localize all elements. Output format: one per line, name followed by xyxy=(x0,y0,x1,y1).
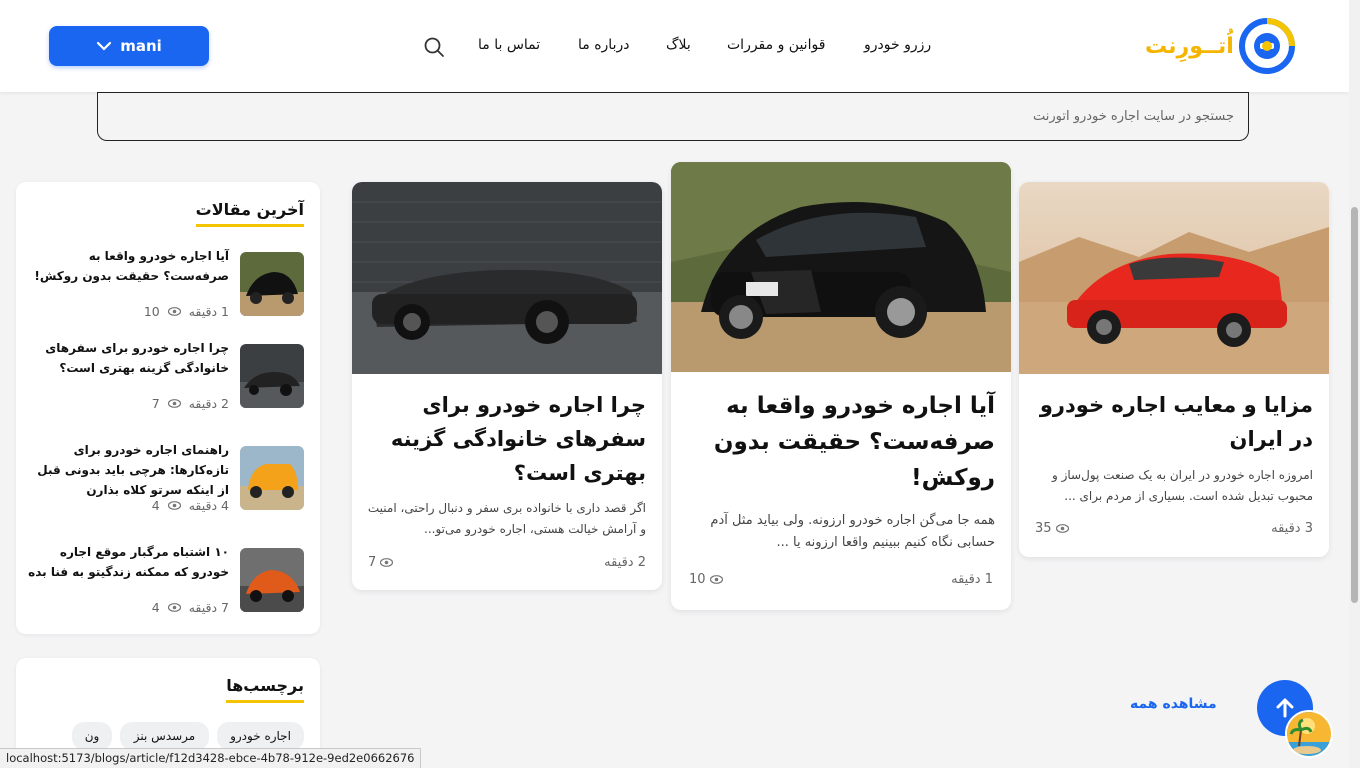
article-meta: 4 دقیقه 4 xyxy=(152,498,229,513)
tag-chip[interactable]: ون xyxy=(72,722,112,750)
page-scrollbar[interactable] xyxy=(1349,0,1360,768)
card-title[interactable]: آیا اجاره خودرو واقعا به صرفه‌ست؟ حقیقت … xyxy=(685,388,995,496)
read-time-text: 4 دقیقه xyxy=(188,498,229,513)
card-image xyxy=(671,162,1011,372)
tags-title: برچسب‌ها xyxy=(226,676,304,703)
nav-contact[interactable]: تماس با ما xyxy=(478,37,540,53)
blog-card[interactable]: مزایا و معایب اجاره خودرو در ایران امروز… xyxy=(1019,182,1329,557)
views-count: 10 xyxy=(143,304,160,319)
card-title[interactable]: مزایا و معایب اجاره خودرو در ایران xyxy=(1033,388,1313,456)
article-thumbnail xyxy=(240,252,304,316)
user-menu-button[interactable]: mani xyxy=(49,26,209,66)
logo-text: اُتــورِنت xyxy=(1145,33,1234,59)
views-count: 7 xyxy=(368,555,377,570)
nav-reserve-car[interactable]: رزرو خودرو xyxy=(864,37,931,53)
eye-icon xyxy=(167,307,181,316)
sidebar-article[interactable]: راهنمای اجاره خودرو برای تازه‌کارها: هرچ… xyxy=(26,443,304,516)
sidebar-article[interactable]: چرا اجاره خودرو برای سفرهای خانوادگی گزی… xyxy=(26,341,304,414)
floating-widget-icon[interactable] xyxy=(1285,710,1333,758)
card-excerpt: اگر قصد داری با خانواده بری سفر و دنبال … xyxy=(367,501,646,536)
sidebar-article[interactable]: ۱۰ اشتباه مرگبار موقع اجاره خودرو که ممک… xyxy=(26,545,304,618)
article-thumbnail xyxy=(240,344,304,408)
card-views: 10 xyxy=(689,572,723,587)
site-search xyxy=(97,92,1249,141)
card-views: 7 xyxy=(368,555,394,570)
view-all-link[interactable]: مشاهده همه xyxy=(1130,696,1217,712)
chevron-down-icon xyxy=(97,41,112,51)
nav-about[interactable]: درباره ما xyxy=(578,37,629,53)
read-time-text: 2 دقیقه xyxy=(604,555,646,570)
eye-icon xyxy=(167,501,181,510)
article-meta: 2 دقیقه 7 xyxy=(152,396,229,411)
latest-articles-title: آخرین مقالات xyxy=(195,200,304,227)
card-read-time: 3 دقیقه xyxy=(1271,521,1313,536)
tag-chip[interactable]: اجاره خودرو xyxy=(217,722,304,750)
eye-icon xyxy=(1055,524,1069,533)
latest-articles-box: آخرین مقالات آیا اجاره خودرو واقعا به صر… xyxy=(16,182,320,634)
search-input[interactable] xyxy=(98,92,1248,140)
article-title[interactable]: چرا اجاره خودرو برای سفرهای خانوادگی گزی… xyxy=(24,338,229,378)
read-time-text: 1 دقیقه xyxy=(188,304,229,319)
card-image xyxy=(352,182,662,374)
card-read-time: 2 دقیقه xyxy=(604,555,646,570)
card-excerpt: همه جا می‌گن اجاره خودرو ارزونه. ولی بیا… xyxy=(710,513,995,550)
nav-blog[interactable]: بلاگ xyxy=(666,37,691,53)
card-excerpt: امروزه اجاره خودرو در ایران به یک صنعت پ… xyxy=(1051,468,1313,503)
eye-icon xyxy=(709,575,723,584)
article-title[interactable]: ۱۰ اشتباه مرگبار موقع اجاره خودرو که ممک… xyxy=(24,542,229,582)
site-header: اُتــورِنت رزرو خودرو قوانین و مقررات بل… xyxy=(0,0,1349,92)
scrollbar-thumb[interactable] xyxy=(1351,207,1358,603)
site-logo[interactable]: اُتــورِنت xyxy=(1145,16,1297,76)
read-time-text: 3 دقیقه xyxy=(1271,521,1313,536)
eye-icon xyxy=(167,399,181,408)
blog-card[interactable]: چرا اجاره خودرو برای سفرهای خانوادگی گزی… xyxy=(352,182,662,590)
views-count: 4 xyxy=(151,600,160,615)
browser-status-url: localhost:5173/blogs/article/f12d3428-eb… xyxy=(0,748,422,768)
read-time-text: 1 دقیقه xyxy=(951,572,993,587)
card-views: 35 xyxy=(1035,521,1069,536)
search-icon[interactable] xyxy=(422,35,446,59)
logo-mark-icon xyxy=(1238,18,1295,74)
tag-chip[interactable]: مرسدس بنز xyxy=(120,722,209,750)
article-thumbnail xyxy=(240,548,304,612)
article-title[interactable]: آیا اجاره خودرو واقعا به صرفه‌ست؟ حقیقت … xyxy=(24,246,229,286)
views-count: 7 xyxy=(151,396,160,411)
article-meta: 7 دقیقه 4 xyxy=(152,600,229,615)
nav-rules[interactable]: قوانین و مقررات xyxy=(727,37,825,53)
read-time-text: 2 دقیقه xyxy=(188,396,229,411)
article-title[interactable]: راهنمای اجاره خودرو برای تازه‌کارها: هرچ… xyxy=(24,440,229,500)
read-time-text: 7 دقیقه xyxy=(188,600,229,615)
views-count: 35 xyxy=(1035,521,1052,536)
article-thumbnail xyxy=(240,446,304,510)
article-meta: 1 دقیقه 10 xyxy=(144,304,229,319)
eye-icon xyxy=(380,558,394,567)
user-name: mani xyxy=(120,37,162,55)
views-count: 4 xyxy=(151,498,160,513)
blog-card[interactable]: آیا اجاره خودرو واقعا به صرفه‌ست؟ حقیقت … xyxy=(671,162,1011,610)
views-count: 10 xyxy=(689,572,706,587)
eye-icon xyxy=(167,603,181,612)
card-read-time: 1 دقیقه xyxy=(951,572,993,587)
card-title[interactable]: چرا اجاره خودرو برای سفرهای خانوادگی گزی… xyxy=(366,388,646,490)
card-image xyxy=(1019,182,1329,374)
sidebar-article[interactable]: آیا اجاره خودرو واقعا به صرفه‌ست؟ حقیقت … xyxy=(26,249,304,322)
